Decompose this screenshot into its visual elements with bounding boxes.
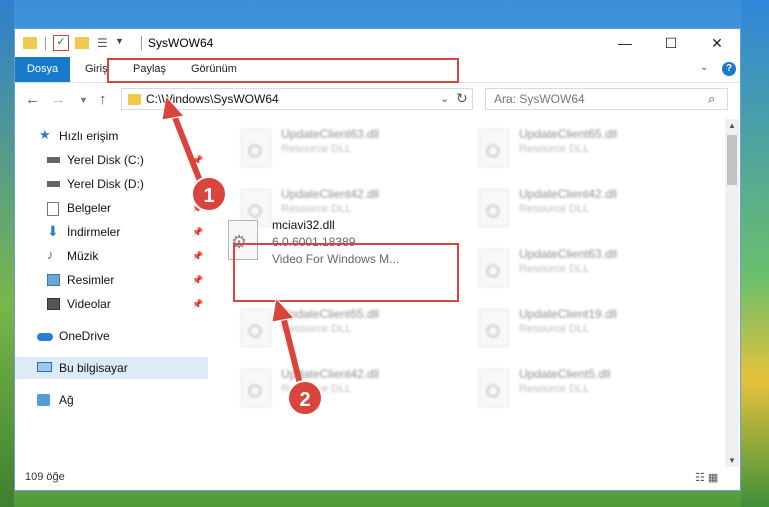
annotation-arrows: [161, 94, 303, 387]
step-1-badge: 1: [191, 176, 227, 212]
step-2-badge: 2: [287, 380, 323, 416]
